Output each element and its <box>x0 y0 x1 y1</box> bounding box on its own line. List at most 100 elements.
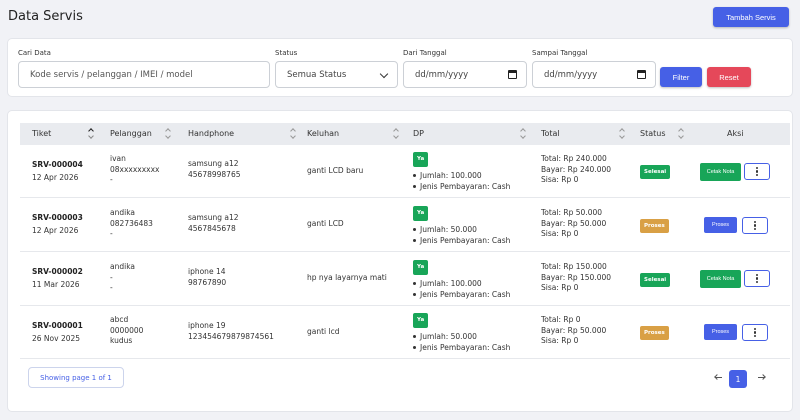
arrow-left-icon[interactable] <box>714 373 724 383</box>
table-row: SRV-000001 26 Nov 2025 abcd 0000000 kudu… <box>20 306 790 359</box>
search-input[interactable]: Kode servis / pelanggan / IMEI / model <box>18 61 270 88</box>
sort-icon[interactable] <box>520 128 526 140</box>
remaining-amount: Sisa: Rp 0 <box>541 283 579 292</box>
dp-amount: Jumlah: 100.000 <box>413 278 510 289</box>
status-badge: Selesai <box>640 165 671 179</box>
to-date-placeholder: dd/mm/yyyy <box>544 69 598 80</box>
complaint-text: ganti LCD baru <box>307 166 364 175</box>
status-select[interactable]: Semua Status <box>275 61 398 88</box>
customer-phone: 082736483 <box>110 218 153 228</box>
total-amount: Total: Rp 0 <box>541 315 581 324</box>
arrow-right-icon[interactable] <box>757 373 767 383</box>
total-amount: Total: Rp 50.000 <box>541 208 603 217</box>
add-service-button[interactable]: Tambah Servis <box>713 7 789 27</box>
search-label: Cari Data <box>18 49 51 57</box>
dp-amount: Jumlah: 50.000 <box>413 224 510 235</box>
dp-method: Jenis Pembayaran: Cash <box>413 235 510 246</box>
dp-amount: Jumlah: 100.000 <box>413 170 510 181</box>
status-select-value: Semua Status <box>287 69 347 80</box>
header-complaint[interactable]: Keluhan <box>307 129 339 138</box>
service-table-panel: Tiket Pelanggan Handphone Keluhan DP Tot… <box>7 110 793 412</box>
calendar-icon[interactable] <box>637 70 646 79</box>
sort-icon[interactable] <box>619 128 625 140</box>
paid-amount: Bayar: Rp 50.000 <box>541 325 607 335</box>
ticket-id[interactable]: SRV-000002 <box>32 267 83 278</box>
remaining-amount: Sisa: Rp 0 <box>541 229 579 238</box>
paid-amount: Bayar: Rp 240.000 <box>541 164 612 174</box>
header-dp[interactable]: DP <box>413 129 424 138</box>
sort-icon[interactable] <box>165 128 171 140</box>
sort-icon[interactable] <box>393 128 399 140</box>
process-button[interactable]: Proses <box>704 217 737 233</box>
remaining-amount: Sisa: Rp 0 <box>541 336 579 345</box>
table-row: SRV-000003 12 Apr 2026 andika 082736483 … <box>20 198 790 252</box>
dp-method: Jenis Pembayaran: Cash <box>413 181 510 192</box>
dp-badge: Ya <box>413 313 429 328</box>
customer-name: andika <box>110 208 136 217</box>
status-badge: Proses <box>640 219 669 233</box>
device-model: iphone 19 <box>188 321 226 330</box>
process-button[interactable]: Proses <box>704 324 737 340</box>
header-phone[interactable]: Handphone <box>188 129 234 138</box>
page-button-current[interactable]: 1 <box>729 370 747 388</box>
print-receipt-button[interactable]: Cetak Nota <box>700 270 741 288</box>
status-label: Status <box>275 49 298 57</box>
ticket-date: 12 Apr 2026 <box>32 225 79 235</box>
device-imei: 4567845678 <box>188 223 236 233</box>
paid-amount: Bayar: Rp 150.000 <box>541 272 612 282</box>
customer-address: - <box>110 229 113 238</box>
filter-button[interactable]: Filter <box>660 67 702 87</box>
filter-panel: Cari Data Kode servis / pelanggan / IMEI… <box>7 38 793 97</box>
row-menu-button[interactable] <box>744 270 770 287</box>
device-model: samsung a12 <box>188 213 239 222</box>
ticket-date: 11 Mar 2026 <box>32 279 80 289</box>
from-date-label: Dari Tanggal <box>403 49 447 57</box>
dp-badge: Ya <box>413 152 429 167</box>
header-customer[interactable]: Pelanggan <box>110 129 152 138</box>
sort-icon[interactable] <box>290 128 296 140</box>
row-menu-button[interactable] <box>742 217 768 234</box>
to-date-label: Sampai Tanggal <box>532 49 588 57</box>
ticket-id[interactable]: SRV-000003 <box>32 213 83 224</box>
device-model: samsung a12 <box>188 159 239 168</box>
remaining-amount: Sisa: Rp 0 <box>541 175 579 184</box>
device-imei: 123454679879874561 <box>188 331 274 341</box>
device-imei: 45678998765 <box>188 169 241 179</box>
to-date-input[interactable]: dd/mm/yyyy <box>532 61 656 88</box>
device-model: iphone 14 <box>188 267 226 276</box>
customer-address: kudus <box>110 336 133 345</box>
customer-phone: 08xxxxxxxxx <box>110 164 160 174</box>
row-menu-button[interactable] <box>744 163 770 180</box>
header-ticket[interactable]: Tiket <box>32 129 51 138</box>
total-amount: Total: Rp 240.000 <box>541 154 607 163</box>
sort-icon[interactable] <box>678 128 684 140</box>
header-status[interactable]: Status <box>640 129 666 138</box>
print-receipt-button[interactable]: Cetak Nota <box>700 163 741 181</box>
ticket-id[interactable]: SRV-000001 <box>32 321 83 332</box>
kebab-icon <box>753 327 757 338</box>
dp-badge: Ya <box>413 206 429 221</box>
from-date-placeholder: dd/mm/yyyy <box>415 69 469 80</box>
ticket-id[interactable]: SRV-000004 <box>32 160 83 171</box>
dp-amount: Jumlah: 50.000 <box>413 331 510 342</box>
complaint-text: hp nya layarnya mati <box>307 273 387 282</box>
from-date-input[interactable]: dd/mm/yyyy <box>403 61 527 88</box>
chevron-down-icon <box>379 69 389 79</box>
row-menu-button[interactable] <box>742 324 768 341</box>
customer-phone: - <box>110 272 113 282</box>
customer-phone: 0000000 <box>110 325 144 335</box>
calendar-icon[interactable] <box>508 70 517 79</box>
header-total[interactable]: Total <box>541 129 560 138</box>
status-badge: Proses <box>640 326 669 340</box>
page-title: Data Servis <box>8 9 83 24</box>
reset-button[interactable]: Reset <box>707 67 751 87</box>
customer-address: - <box>110 175 113 184</box>
sort-icon[interactable] <box>88 128 94 140</box>
device-imei: 98767890 <box>188 277 227 287</box>
customer-name: ivan <box>110 154 126 163</box>
header-action: Aksi <box>727 129 744 138</box>
customer-name: andika <box>110 262 136 271</box>
table-row: SRV-000004 12 Apr 2026 ivan 08xxxxxxxxx … <box>20 145 790 198</box>
dp-method: Jenis Pembayaran: Cash <box>413 289 510 300</box>
paid-amount: Bayar: Rp 50.000 <box>541 218 607 228</box>
